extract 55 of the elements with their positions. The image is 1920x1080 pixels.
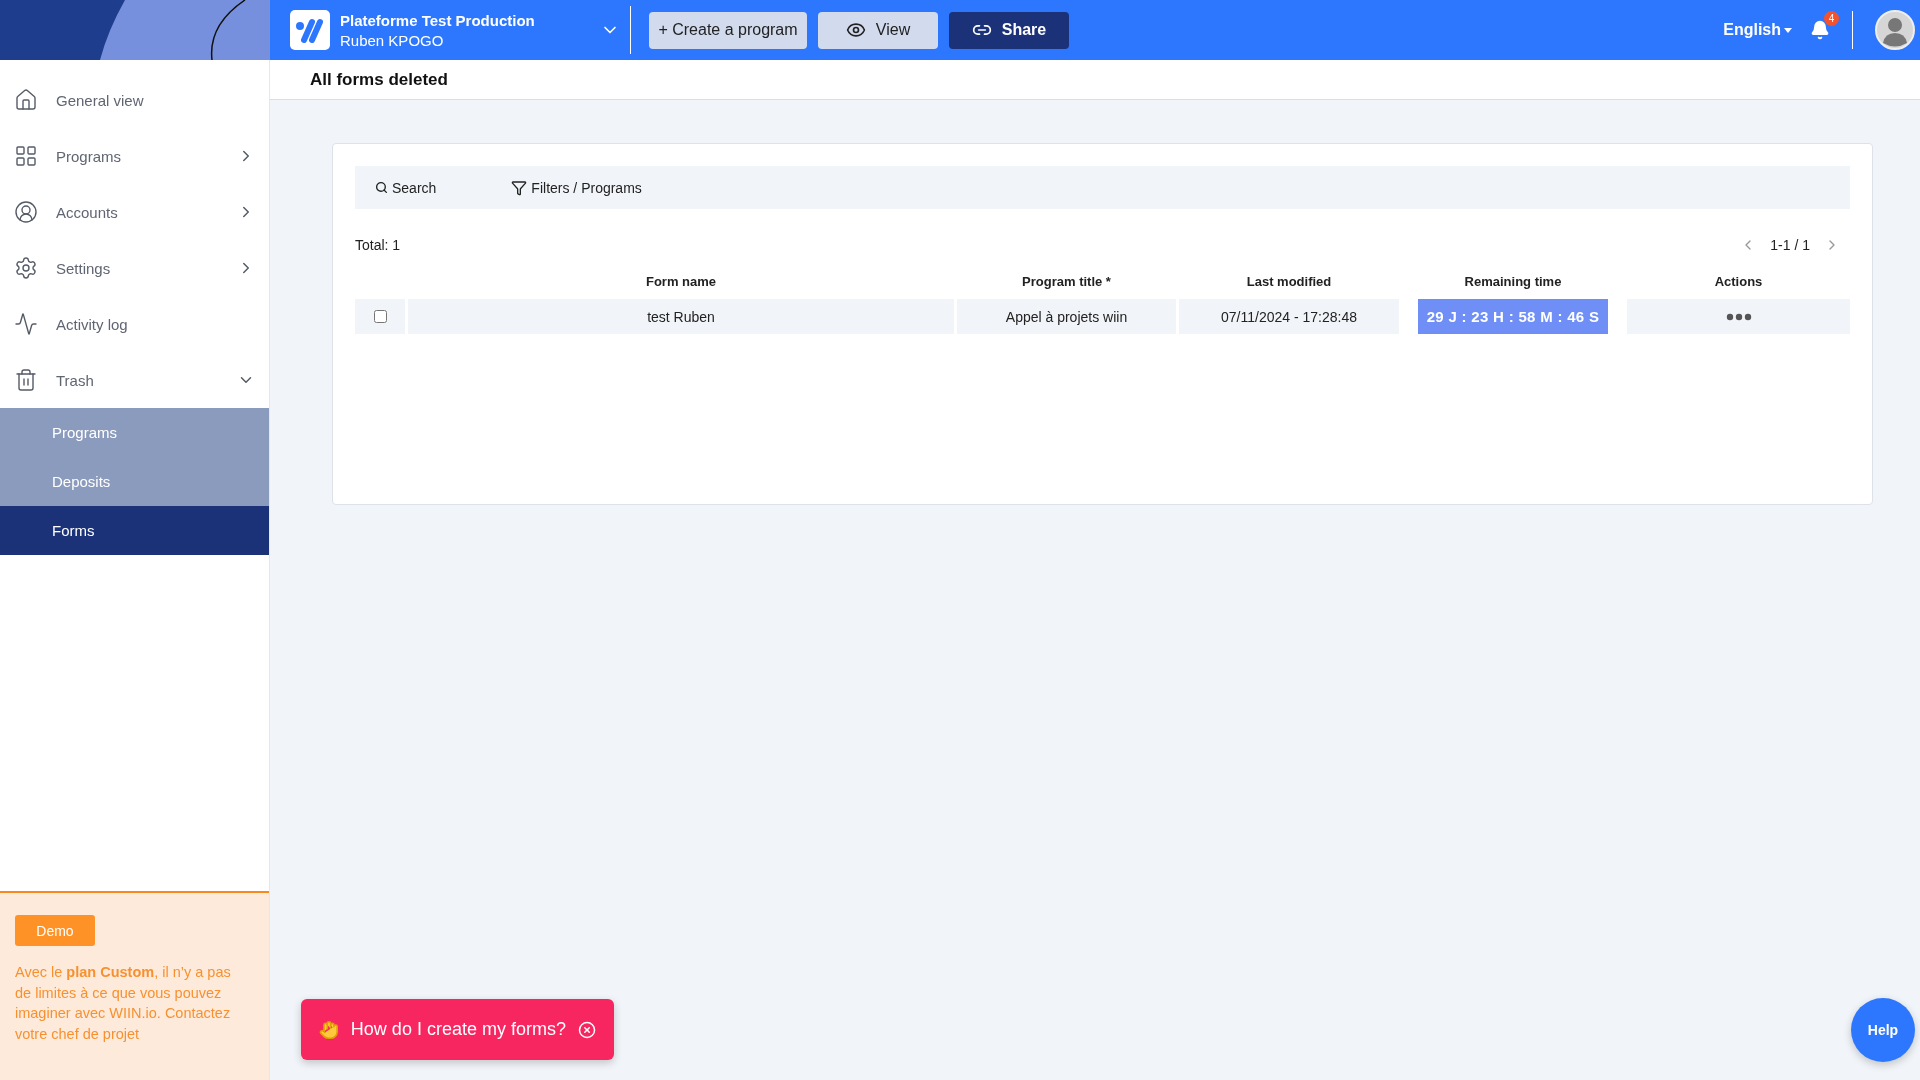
sidebar-item[interactable]: Accounts	[0, 184, 269, 240]
sidebar-label: Programs	[56, 147, 123, 165]
sidebar-label: Trash	[56, 371, 95, 389]
promo-text: Avec le plan Custom, il n’y a pas de limites à ce que vous pouvez imaginer avec WIIN.io. Contactez votre chef de projet	[15, 963, 232, 1044]
user-icon	[14, 200, 38, 224]
avatar-icon[interactable]	[1875, 10, 1915, 50]
table-cell: 07/11/2024 - 17:28:48	[1179, 299, 1399, 334]
logo-icon	[290, 10, 330, 50]
help-button[interactable]: Help	[1851, 998, 1915, 1062]
column-header: Form name	[644, 272, 718, 291]
hand-icon	[319, 1018, 339, 1041]
table-cell: Appel à projets wiin	[957, 299, 1176, 334]
share-button[interactable]: Share	[949, 11, 1069, 49]
column-header: Last modified	[1245, 272, 1333, 291]
total-count: Total: 1	[355, 237, 401, 253]
table-cell: test Ruben	[408, 299, 954, 334]
language-selector[interactable]: English	[1717, 20, 1798, 40]
sidebar-item[interactable]: Activity log	[0, 296, 269, 352]
create-button[interactable]: + Create a program	[649, 11, 807, 49]
filter-icon	[511, 179, 528, 196]
settings-icon	[14, 256, 38, 280]
remaining-time: 29 J : 23 H : 58 M : 46 S	[1418, 299, 1608, 334]
sidebar-item[interactable]: General view	[0, 72, 269, 128]
column-header: Actions	[1713, 272, 1764, 291]
help-toast[interactable]: How do I create my forms?	[301, 999, 614, 1060]
page-title: All forms deleted	[310, 69, 448, 90]
column-header: Program title *	[1021, 272, 1112, 291]
workspace-name: Plateforme Test Production	[340, 11, 536, 29]
submenu-item[interactable]: Forms	[0, 506, 269, 555]
trash-icon	[14, 368, 38, 392]
eye-icon	[845, 20, 866, 40]
sidebar-label: Accounts	[56, 203, 119, 221]
sidebar-label: Settings	[56, 259, 112, 277]
caret-icon	[1784, 27, 1792, 33]
more-icon[interactable]	[1725, 312, 1752, 321]
search-button[interactable]: Search	[375, 179, 437, 196]
close-icon[interactable]	[577, 1019, 596, 1040]
toast-text: How do I create my forms?	[350, 1019, 566, 1040]
notification-badge: 4	[1824, 11, 1839, 26]
pagination-text: 1-1 / 1	[1770, 237, 1810, 253]
column-header: Remaining time	[1463, 272, 1563, 291]
pulse-icon	[14, 312, 38, 336]
search-icon	[375, 181, 388, 194]
sidebar-label: Activity log	[56, 315, 129, 333]
sidebar-label: General view	[56, 91, 145, 109]
sidebar-item[interactable]: Settings	[0, 240, 269, 296]
filters-button[interactable]: Filters / Programs	[511, 179, 642, 196]
grid-icon	[14, 144, 38, 168]
sidebar-item[interactable]: Programs	[0, 128, 269, 184]
row-checkbox[interactable]	[373, 310, 387, 323]
view-button[interactable]: View	[818, 11, 938, 49]
sidebar-item[interactable]: Trash	[0, 352, 269, 408]
home-icon	[14, 88, 38, 112]
workspace-user: Ruben KPOGO	[340, 31, 445, 49]
bell-icon[interactable]	[1810, 20, 1830, 40]
